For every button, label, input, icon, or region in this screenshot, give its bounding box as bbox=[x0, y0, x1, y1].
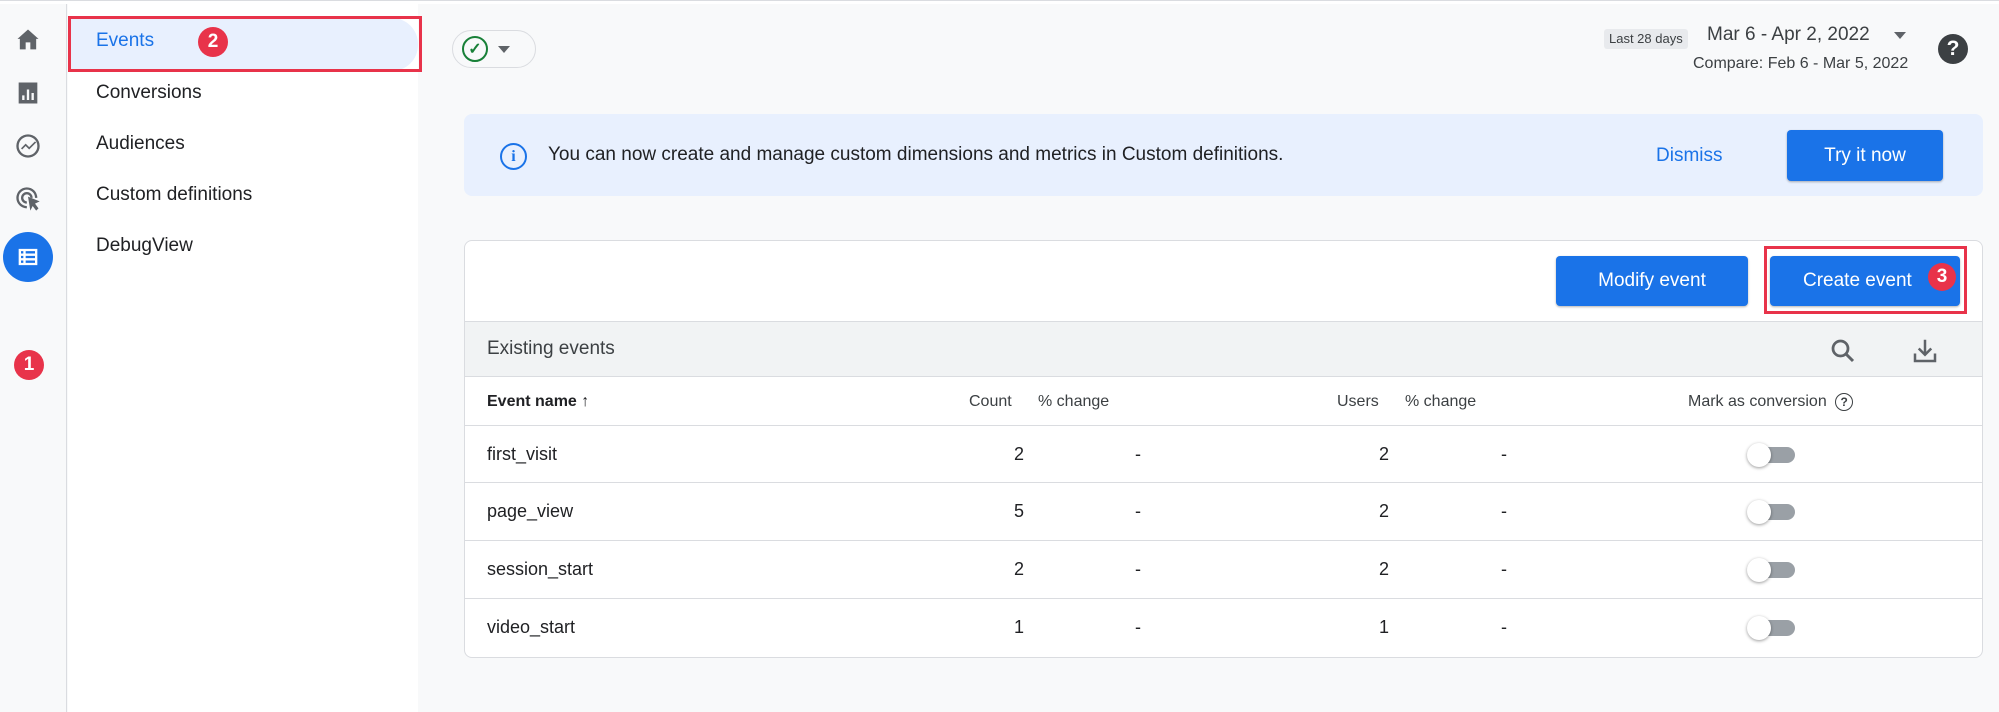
conversion-toggle[interactable] bbox=[1747, 500, 1797, 524]
users-change-cell: - bbox=[1501, 444, 1507, 464]
count-change-cell: - bbox=[1135, 617, 1141, 637]
count-cell: 1 bbox=[1014, 617, 1025, 637]
banner-message: You can now create and manage custom dim… bbox=[548, 144, 1284, 165]
card-toolbar: Existing events bbox=[465, 321, 1982, 377]
icon-rail: 1 bbox=[0, 4, 67, 712]
event-name-cell: page_view bbox=[487, 501, 574, 521]
users-cell: 2 bbox=[1379, 444, 1390, 464]
help-circle-icon[interactable]: ? bbox=[1835, 393, 1854, 411]
info-banner: i You can now create and manage custom d… bbox=[464, 114, 1983, 196]
existing-events-card: Modify event Create event Existing event… bbox=[464, 240, 1983, 658]
annotation-badge-3: 3 bbox=[1928, 263, 1956, 291]
compare-range: Compare: Feb 6 - Mar 5, 2022 bbox=[1693, 55, 1909, 72]
annotation-badge-2: 2 bbox=[198, 27, 228, 57]
configure-icon[interactable] bbox=[3, 232, 53, 282]
column-mark-conversion-label: Mark as conversion bbox=[1688, 393, 1827, 411]
configure-sidenav: Events Conversions Audiences Custom defi… bbox=[68, 4, 418, 712]
users-cell: 2 bbox=[1379, 501, 1390, 521]
table-row: page_view 5 - 2 - bbox=[465, 483, 1982, 541]
nav-item-conversions[interactable]: Conversions bbox=[96, 82, 202, 104]
nav-item-audiences[interactable]: Audiences bbox=[96, 133, 185, 155]
explore-icon[interactable] bbox=[6, 124, 50, 168]
count-change-cell: - bbox=[1135, 444, 1141, 464]
date-range-preset: Last 28 days bbox=[1604, 29, 1688, 49]
event-name-cell: video_start bbox=[487, 617, 576, 637]
column-count-change[interactable]: % change bbox=[1038, 393, 1109, 411]
event-name-cell: first_visit bbox=[487, 444, 558, 464]
users-cell: 1 bbox=[1379, 617, 1390, 637]
sort-ascending-icon: ↑ bbox=[581, 393, 590, 410]
conversion-toggle[interactable] bbox=[1747, 558, 1797, 582]
search-icon[interactable] bbox=[1828, 336, 1858, 366]
conversion-toggle[interactable] bbox=[1747, 443, 1797, 467]
check-circle-icon: ✓ bbox=[462, 36, 488, 62]
column-count[interactable]: Count bbox=[969, 393, 1012, 411]
data-status-dropdown[interactable]: ✓ bbox=[452, 30, 536, 68]
count-cell: 2 bbox=[1014, 444, 1025, 464]
date-range-chevron-icon[interactable] bbox=[1894, 32, 1906, 39]
table-row: session_start 2 - 2 - bbox=[465, 541, 1982, 599]
event-name-cell: session_start bbox=[487, 559, 594, 579]
download-icon[interactable] bbox=[1910, 336, 1940, 366]
count-change-cell: - bbox=[1135, 501, 1141, 521]
users-change-cell: - bbox=[1501, 617, 1507, 637]
column-event-name[interactable]: Event name ↑ bbox=[487, 393, 589, 411]
count-cell: 2 bbox=[1014, 559, 1025, 579]
info-icon: i bbox=[500, 143, 527, 170]
count-change-cell: - bbox=[1135, 559, 1141, 579]
column-event-name-label: Event name bbox=[487, 393, 577, 410]
dismiss-button[interactable]: Dismiss bbox=[1656, 145, 1723, 167]
date-range-selector[interactable]: Mar 6 - Apr 2, 2022 bbox=[1707, 24, 1870, 46]
column-mark-conversion: Mark as conversion ? bbox=[1688, 393, 1854, 411]
column-users-change[interactable]: % change bbox=[1405, 393, 1476, 411]
try-it-now-button[interactable]: Try it now bbox=[1787, 130, 1943, 181]
column-users[interactable]: Users bbox=[1337, 393, 1379, 411]
users-change-cell: - bbox=[1501, 559, 1507, 579]
nav-item-custom-definitions[interactable]: Custom definitions bbox=[96, 184, 252, 206]
count-cell: 5 bbox=[1014, 501, 1025, 521]
reports-icon[interactable] bbox=[6, 71, 50, 115]
users-change-cell: - bbox=[1501, 501, 1507, 521]
conversion-toggle[interactable] bbox=[1747, 616, 1797, 640]
help-icon[interactable]: ? bbox=[1938, 34, 1968, 64]
home-icon[interactable] bbox=[6, 18, 50, 62]
table-row: video_start 1 - 1 - bbox=[465, 599, 1982, 657]
annotation-highlight-events bbox=[68, 16, 422, 72]
modify-event-button[interactable]: Modify event bbox=[1556, 256, 1748, 306]
table-row: first_visit 2 - 2 - bbox=[465, 425, 1982, 483]
nav-item-debugview[interactable]: DebugView bbox=[96, 235, 193, 257]
card-title: Existing events bbox=[487, 338, 615, 359]
chevron-down-icon bbox=[498, 45, 510, 53]
users-cell: 2 bbox=[1379, 559, 1390, 579]
advertising-icon[interactable] bbox=[6, 177, 50, 221]
annotation-badge-1: 1 bbox=[14, 350, 44, 380]
